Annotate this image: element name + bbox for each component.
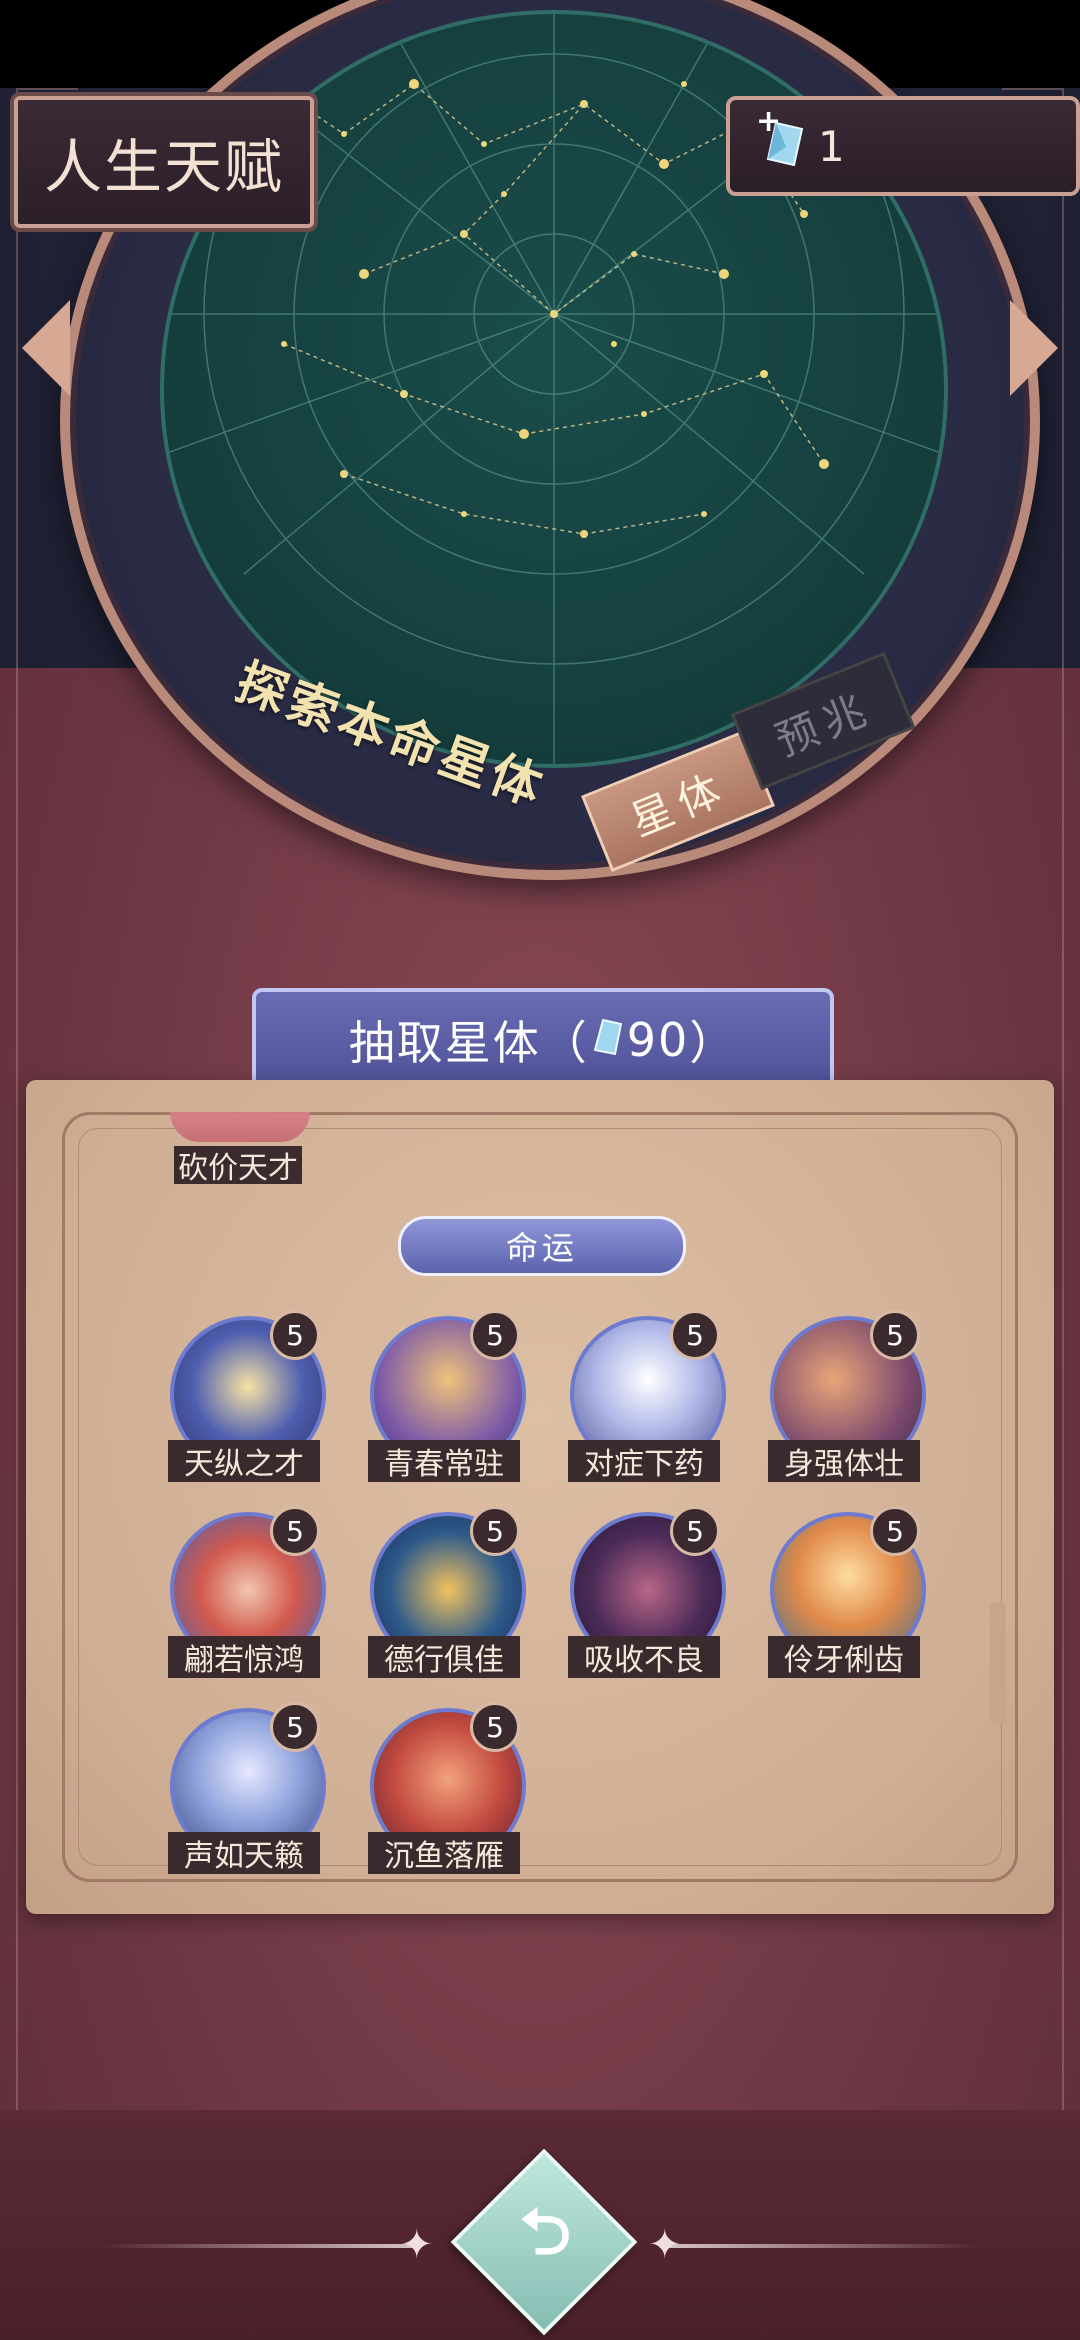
talent-item[interactable]: 5 青春常驻 [364,1310,526,1486]
panel-scrollbar[interactable] [990,1602,1006,1724]
talent-name: 吸收不良 [568,1636,720,1678]
partial-talent-label[interactable]: 砍价天才 [174,1146,302,1186]
draw-star-button[interactable]: 抽取星体（ 90 ） [252,988,834,1092]
sparkle-icon: ✦ [400,2222,434,2268]
talent-item[interactable]: 5 声如天籁 [164,1702,326,1878]
category-header: 命运 [398,1216,686,1276]
page-title-box: 人生天赋 [14,96,314,228]
crystal-count: 1 [818,121,845,171]
talent-level-badge: 5 [470,1310,520,1360]
talent-item[interactable]: 5 德行俱佳 [364,1506,526,1682]
draw-label-prefix: 抽取星体（ [348,1016,589,1070]
talent-item[interactable]: 5 吸收不良 [564,1506,726,1682]
talent-name: 声如天籁 [168,1832,320,1874]
add-crystal-icon[interactable]: + [756,104,781,139]
talent-level-badge: 5 [470,1702,520,1752]
page-title: 人生天赋 [43,133,284,201]
talent-level-badge: 5 [270,1310,320,1360]
prev-arrow-icon[interactable] [22,300,70,396]
crystal-gem-icon [593,1013,623,1067]
talent-level-badge: 5 [870,1310,920,1360]
talent-level-badge: 5 [670,1310,720,1360]
talent-item[interactable]: 5 翩若惊鸿 [164,1506,326,1682]
talent-level-badge: 5 [270,1506,320,1556]
talent-name: 翩若惊鸿 [168,1636,320,1678]
talent-item[interactable]: 5 沉鱼落雁 [364,1702,526,1878]
talent-name: 对症下药 [568,1440,720,1482]
talent-name: 青春常驻 [368,1440,520,1482]
bottom-decoration-right [660,2244,980,2248]
next-arrow-icon[interactable] [1010,300,1058,396]
back-arrow-icon: ⮌ [519,2195,572,2270]
talent-level-badge: 5 [270,1702,320,1752]
talent-item[interactable]: 5 身强体壮 [764,1310,926,1486]
talent-name: 身强体壮 [768,1440,920,1482]
talent-item[interactable]: 5 伶牙俐齿 [764,1506,926,1682]
draw-label-suffix: ） [689,1016,738,1070]
talent-name: 天纵之才 [168,1440,320,1482]
talent-name: 德行俱佳 [368,1636,520,1678]
talent-level-badge: 5 [470,1506,520,1556]
talent-level-badge: 5 [870,1506,920,1556]
talent-item[interactable]: 5 天纵之才 [164,1310,326,1486]
talent-name: 伶牙俐齿 [768,1636,920,1678]
crystal-balance[interactable]: + 1 [726,96,1080,196]
talent-name: 沉鱼落雁 [368,1832,520,1874]
partial-talent-icon[interactable] [170,1112,310,1142]
draw-cost: 90 [626,1013,690,1067]
bottom-decoration-left [100,2244,420,2248]
talent-level-badge: 5 [670,1506,720,1556]
sparkle-icon: ✦ [648,2222,682,2268]
talent-item[interactable]: 5 对症下药 [564,1310,726,1486]
